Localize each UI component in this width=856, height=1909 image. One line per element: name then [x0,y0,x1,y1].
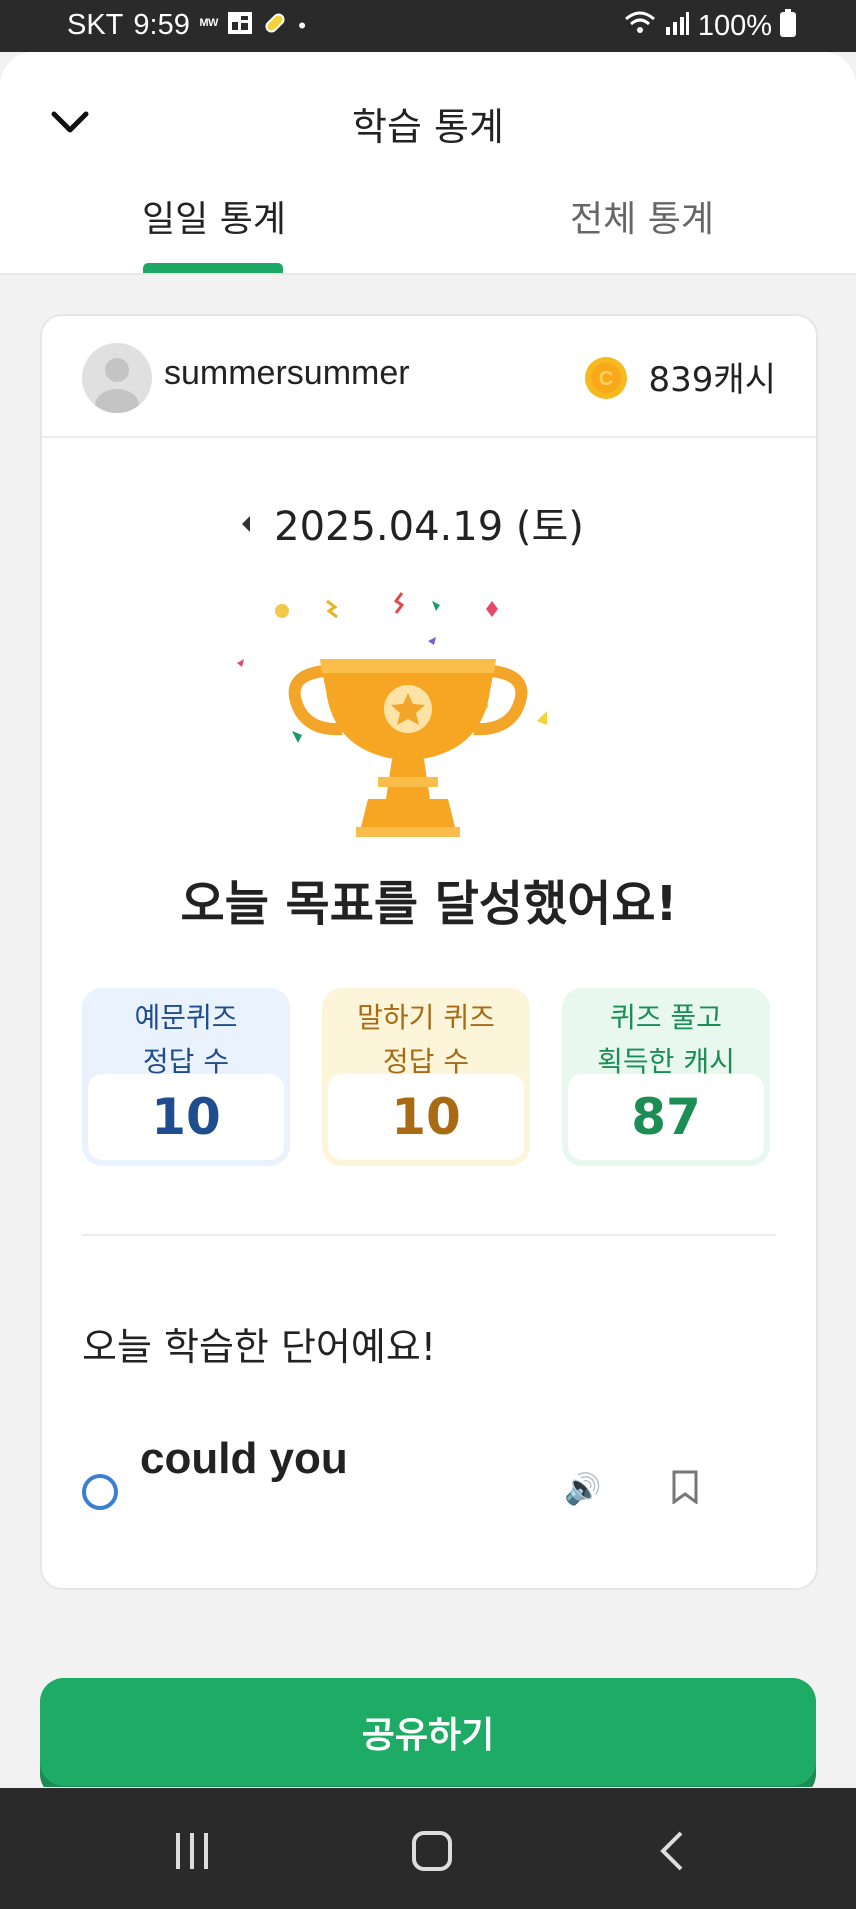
stat-label: 예문퀴즈 정답 수 [82,996,290,1084]
home-icon[interactable] [402,1828,462,1874]
tab-daily-stats[interactable]: 일일 통계 [124,190,304,242]
stat-label-line1: 퀴즈 풀고 [610,1001,722,1034]
header: 학습 통계 일일 통계 전체 통계 [0,52,856,275]
recent-apps-icon[interactable] [162,1828,222,1874]
word-list-item[interactable]: could you 🔊 [82,1434,782,1584]
stat-value: 10 [328,1074,524,1160]
date-label: 2025.04.19 (토) [274,504,584,550]
pill-icon [262,10,288,42]
statistics-sheet: 학습 통계 일일 통계 전체 통계 summersummer C 839캐시 2… [0,52,856,1787]
goal-achieved-message: 오늘 목표를 달성했어요! [180,876,678,932]
back-icon[interactable] [642,1828,702,1874]
stat-label: 퀴즈 풀고 획득한 캐시 [562,996,770,1084]
page-title: 학습 통계 [352,105,504,149]
word-text: could you [140,1434,348,1483]
svg-text:C: C [599,368,613,390]
stat-label: 말하기 퀴즈 정답 수 [322,996,530,1084]
stat-example-quiz: 예문퀴즈 정답 수 10 [82,988,290,1166]
stat-value: 10 [88,1074,284,1160]
bookmark-icon[interactable] [672,1470,698,1512]
learned-words-title: 오늘 학습한 단어예요! [82,1325,437,1369]
mw-icon: ᴹᵂ [199,16,219,34]
word-check-icon [82,1474,118,1510]
divider [82,1234,776,1236]
grid-app-icon [228,11,253,40]
signal-icon [664,11,690,41]
status-left: SKT 9:59 ᴹᵂ • [67,9,306,42]
status-bar: SKT 9:59 ᴹᵂ • 100% [0,0,856,52]
battery-icon [780,9,796,43]
stat-speaking-quiz: 말하기 퀴즈 정답 수 10 [322,988,530,1166]
avatar [82,343,152,413]
share-button[interactable]: 공유하기 [40,1678,816,1787]
coin-icon: C [584,356,628,400]
stat-cash-earned: 퀴즈 풀고 획득한 캐시 87 [562,988,770,1166]
stat-label-line1: 말하기 퀴즈 [357,1001,495,1034]
active-tab-indicator [143,263,283,273]
username: summersummer [164,354,410,392]
card-header: summersummer C 839캐시 [42,316,816,438]
battery-percent: 100% [697,9,772,42]
tab-total-stats[interactable]: 전체 통계 [552,190,732,242]
stat-label-line1: 예문퀴즈 [134,1001,238,1034]
carrier: SKT [67,9,124,41]
wifi-icon [624,10,656,42]
share-button-label: 공유하기 [40,1678,816,1786]
stat-value: 87 [568,1074,764,1160]
dot-icon: • [298,12,306,38]
clock: 9:59 [133,9,190,41]
daily-stats-card: summersummer C 839캐시 2025.04.19 (토) 오늘 목… [40,314,818,1590]
navigation-bar [0,1788,856,1909]
status-right: 100% [624,9,796,43]
speaker-icon[interactable]: 🔊 [564,1472,601,1507]
cash-balance: 839캐시 [648,360,776,400]
trophy-icon [192,581,666,841]
